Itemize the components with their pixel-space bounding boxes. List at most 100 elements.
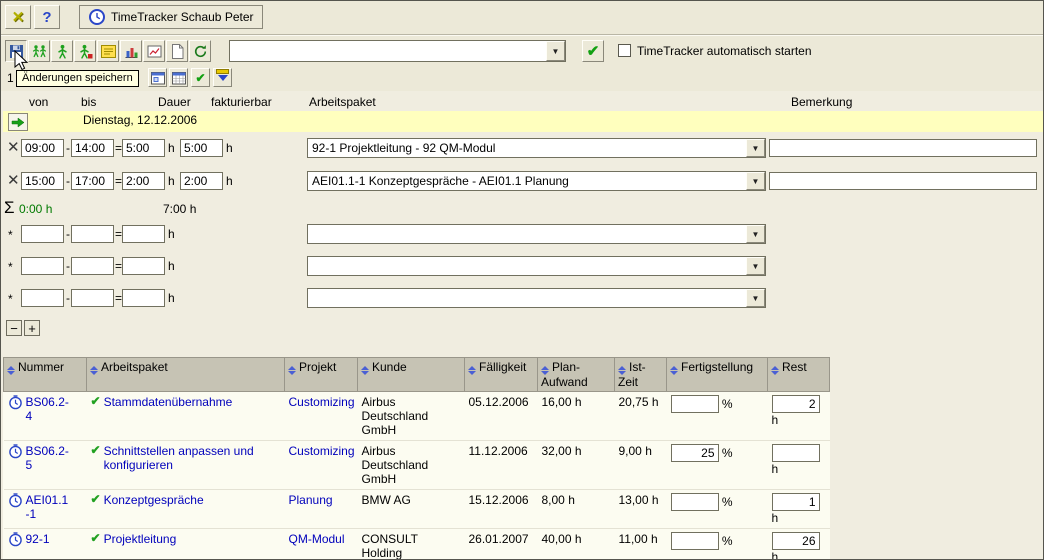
workpackage-select[interactable]: ▼ bbox=[229, 40, 566, 62]
workpackage-link[interactable]: Konzeptgespräche bbox=[104, 493, 204, 507]
start-timer-icon[interactable] bbox=[8, 532, 23, 547]
start-recording-button[interactable] bbox=[51, 40, 73, 62]
start-day-button[interactable] bbox=[8, 113, 28, 131]
dauer-input[interactable] bbox=[122, 139, 165, 157]
delete-row-icon[interactable]: ✕ bbox=[7, 140, 20, 155]
project-link[interactable]: Customizing bbox=[289, 444, 355, 458]
delete-row-icon[interactable]: ✕ bbox=[7, 173, 20, 188]
dropdown-arrow-icon[interactable]: ▼ bbox=[746, 172, 765, 190]
header-ist-zeit[interactable]: Ist-Zeit bbox=[615, 358, 667, 392]
chart-button[interactable] bbox=[120, 40, 142, 62]
sort-icon[interactable] bbox=[361, 366, 369, 375]
workpackage-link[interactable]: Stammdatenübernahme bbox=[104, 395, 233, 409]
header-rest[interactable]: Rest bbox=[768, 358, 830, 392]
fertigstellung-input[interactable] bbox=[671, 395, 719, 413]
report-button[interactable] bbox=[143, 40, 165, 62]
sort-icon[interactable] bbox=[468, 366, 476, 375]
start-timer-icon[interactable] bbox=[8, 493, 23, 508]
dropdown-arrow-icon[interactable]: ▼ bbox=[746, 139, 765, 157]
task-number-link[interactable]: BS06.2-4 bbox=[26, 395, 72, 423]
bemerkung-input[interactable] bbox=[769, 172, 1037, 190]
header-projekt[interactable]: Projekt bbox=[285, 358, 358, 392]
expand-all-button[interactable] bbox=[213, 68, 232, 87]
green-arrow-icon bbox=[11, 117, 25, 128]
stop-recording-button[interactable] bbox=[74, 40, 96, 62]
von-input[interactable] bbox=[21, 289, 64, 307]
exit-button[interactable]: ✕ bbox=[5, 5, 31, 29]
workpackage-link[interactable]: Projektleitung bbox=[104, 532, 177, 546]
workpackage-link[interactable]: Schnittstellen anpassen und konfiguriere… bbox=[104, 444, 282, 472]
start-timer-icon[interactable] bbox=[8, 444, 23, 459]
rest-input[interactable] bbox=[772, 493, 820, 511]
rest-input[interactable] bbox=[772, 395, 820, 413]
header-plan-aufwand[interactable]: Plan-Aufwand bbox=[538, 358, 615, 392]
fertigstellung-input[interactable] bbox=[671, 444, 719, 462]
sort-icon[interactable] bbox=[288, 366, 296, 375]
bis-input[interactable] bbox=[71, 172, 114, 190]
book-check-icon[interactable]: ✔ bbox=[91, 395, 101, 408]
sort-icon[interactable] bbox=[7, 366, 15, 375]
dauer-input[interactable] bbox=[122, 172, 165, 190]
dropdown-arrow-icon[interactable]: ▼ bbox=[746, 225, 765, 243]
project-link[interactable]: QM-Modul bbox=[289, 532, 345, 546]
bis-input[interactable] bbox=[71, 257, 114, 275]
header-kunde[interactable]: Kunde bbox=[358, 358, 465, 392]
autostart-label[interactable]: TimeTracker automatisch starten bbox=[637, 44, 812, 58]
rest-input[interactable] bbox=[772, 532, 820, 550]
notes-button[interactable] bbox=[97, 40, 119, 62]
sort-icon[interactable] bbox=[90, 366, 98, 375]
apply-button[interactable]: ✔ bbox=[191, 68, 210, 87]
dropdown-arrow-icon[interactable]: ▼ bbox=[546, 41, 565, 61]
remove-row-button[interactable]: − bbox=[6, 320, 22, 336]
header-faelligkeit[interactable]: Fälligkeit bbox=[465, 358, 538, 392]
task-number-link[interactable]: AEI01.1-1 bbox=[26, 493, 72, 521]
refresh-button[interactable] bbox=[189, 40, 211, 62]
new-entry-button[interactable] bbox=[166, 40, 188, 62]
help-button[interactable]: ? bbox=[34, 5, 60, 29]
dauer-input[interactable] bbox=[122, 289, 165, 307]
team-button[interactable] bbox=[28, 40, 50, 62]
fakturierbar-input[interactable] bbox=[180, 139, 223, 157]
arbeitspaket-select[interactable]: AEI01.1-1 Konzeptgespräche - AEI01.1 Pla… bbox=[307, 171, 766, 191]
dauer-input[interactable] bbox=[122, 225, 165, 243]
sort-icon[interactable] bbox=[771, 366, 779, 375]
arbeitspaket-select[interactable]: ▼ bbox=[307, 288, 766, 308]
task-number-link[interactable]: BS06.2-5 bbox=[26, 444, 72, 472]
arbeitspaket-select[interactable]: ▼ bbox=[307, 224, 766, 244]
dauer-input[interactable] bbox=[122, 257, 165, 275]
sort-icon[interactable] bbox=[541, 366, 549, 375]
bemerkung-input[interactable] bbox=[769, 139, 1037, 157]
von-input[interactable] bbox=[21, 139, 64, 157]
project-link[interactable]: Planung bbox=[289, 493, 333, 507]
bis-input[interactable] bbox=[71, 139, 114, 157]
von-input[interactable] bbox=[21, 257, 64, 275]
book-check-icon[interactable]: ✔ bbox=[91, 493, 101, 506]
project-link[interactable]: Customizing bbox=[289, 395, 355, 409]
fakturierbar-input[interactable] bbox=[180, 172, 223, 190]
dropdown-arrow-icon[interactable]: ▼ bbox=[746, 289, 765, 307]
book-check-icon[interactable]: ✔ bbox=[91, 444, 101, 457]
add-row-button[interactable]: + bbox=[24, 320, 40, 336]
rest-input[interactable] bbox=[772, 444, 820, 462]
von-input[interactable] bbox=[21, 225, 64, 243]
book-check-icon[interactable]: ✔ bbox=[91, 532, 101, 545]
bis-input[interactable] bbox=[71, 225, 114, 243]
von-input[interactable] bbox=[21, 172, 64, 190]
fertigstellung-input[interactable] bbox=[671, 532, 719, 550]
arbeitspaket-select[interactable]: ▼ bbox=[307, 256, 766, 276]
header-fertigstellung[interactable]: Fertigstellung bbox=[667, 358, 768, 392]
bis-input[interactable] bbox=[71, 289, 114, 307]
header-arbeitspaket[interactable]: Arbeitspaket bbox=[87, 358, 285, 392]
autostart-checkbox[interactable] bbox=[618, 44, 631, 57]
arbeitspaket-select[interactable]: 92-1 Projektleitung - 92 QM-Modul ▼ bbox=[307, 138, 766, 158]
dropdown-arrow-icon[interactable]: ▼ bbox=[746, 257, 765, 275]
sort-icon[interactable] bbox=[618, 366, 626, 375]
week-view-button[interactable] bbox=[169, 68, 188, 87]
task-number-link[interactable]: 92-1 bbox=[26, 532, 72, 546]
header-nummer[interactable]: Nummer bbox=[4, 358, 87, 392]
sort-icon[interactable] bbox=[670, 366, 678, 375]
day-view-button[interactable] bbox=[148, 68, 167, 87]
start-timer-icon[interactable] bbox=[8, 395, 23, 410]
fertigstellung-input[interactable] bbox=[671, 493, 719, 511]
confirm-selection-button[interactable]: ✔ bbox=[582, 40, 604, 62]
